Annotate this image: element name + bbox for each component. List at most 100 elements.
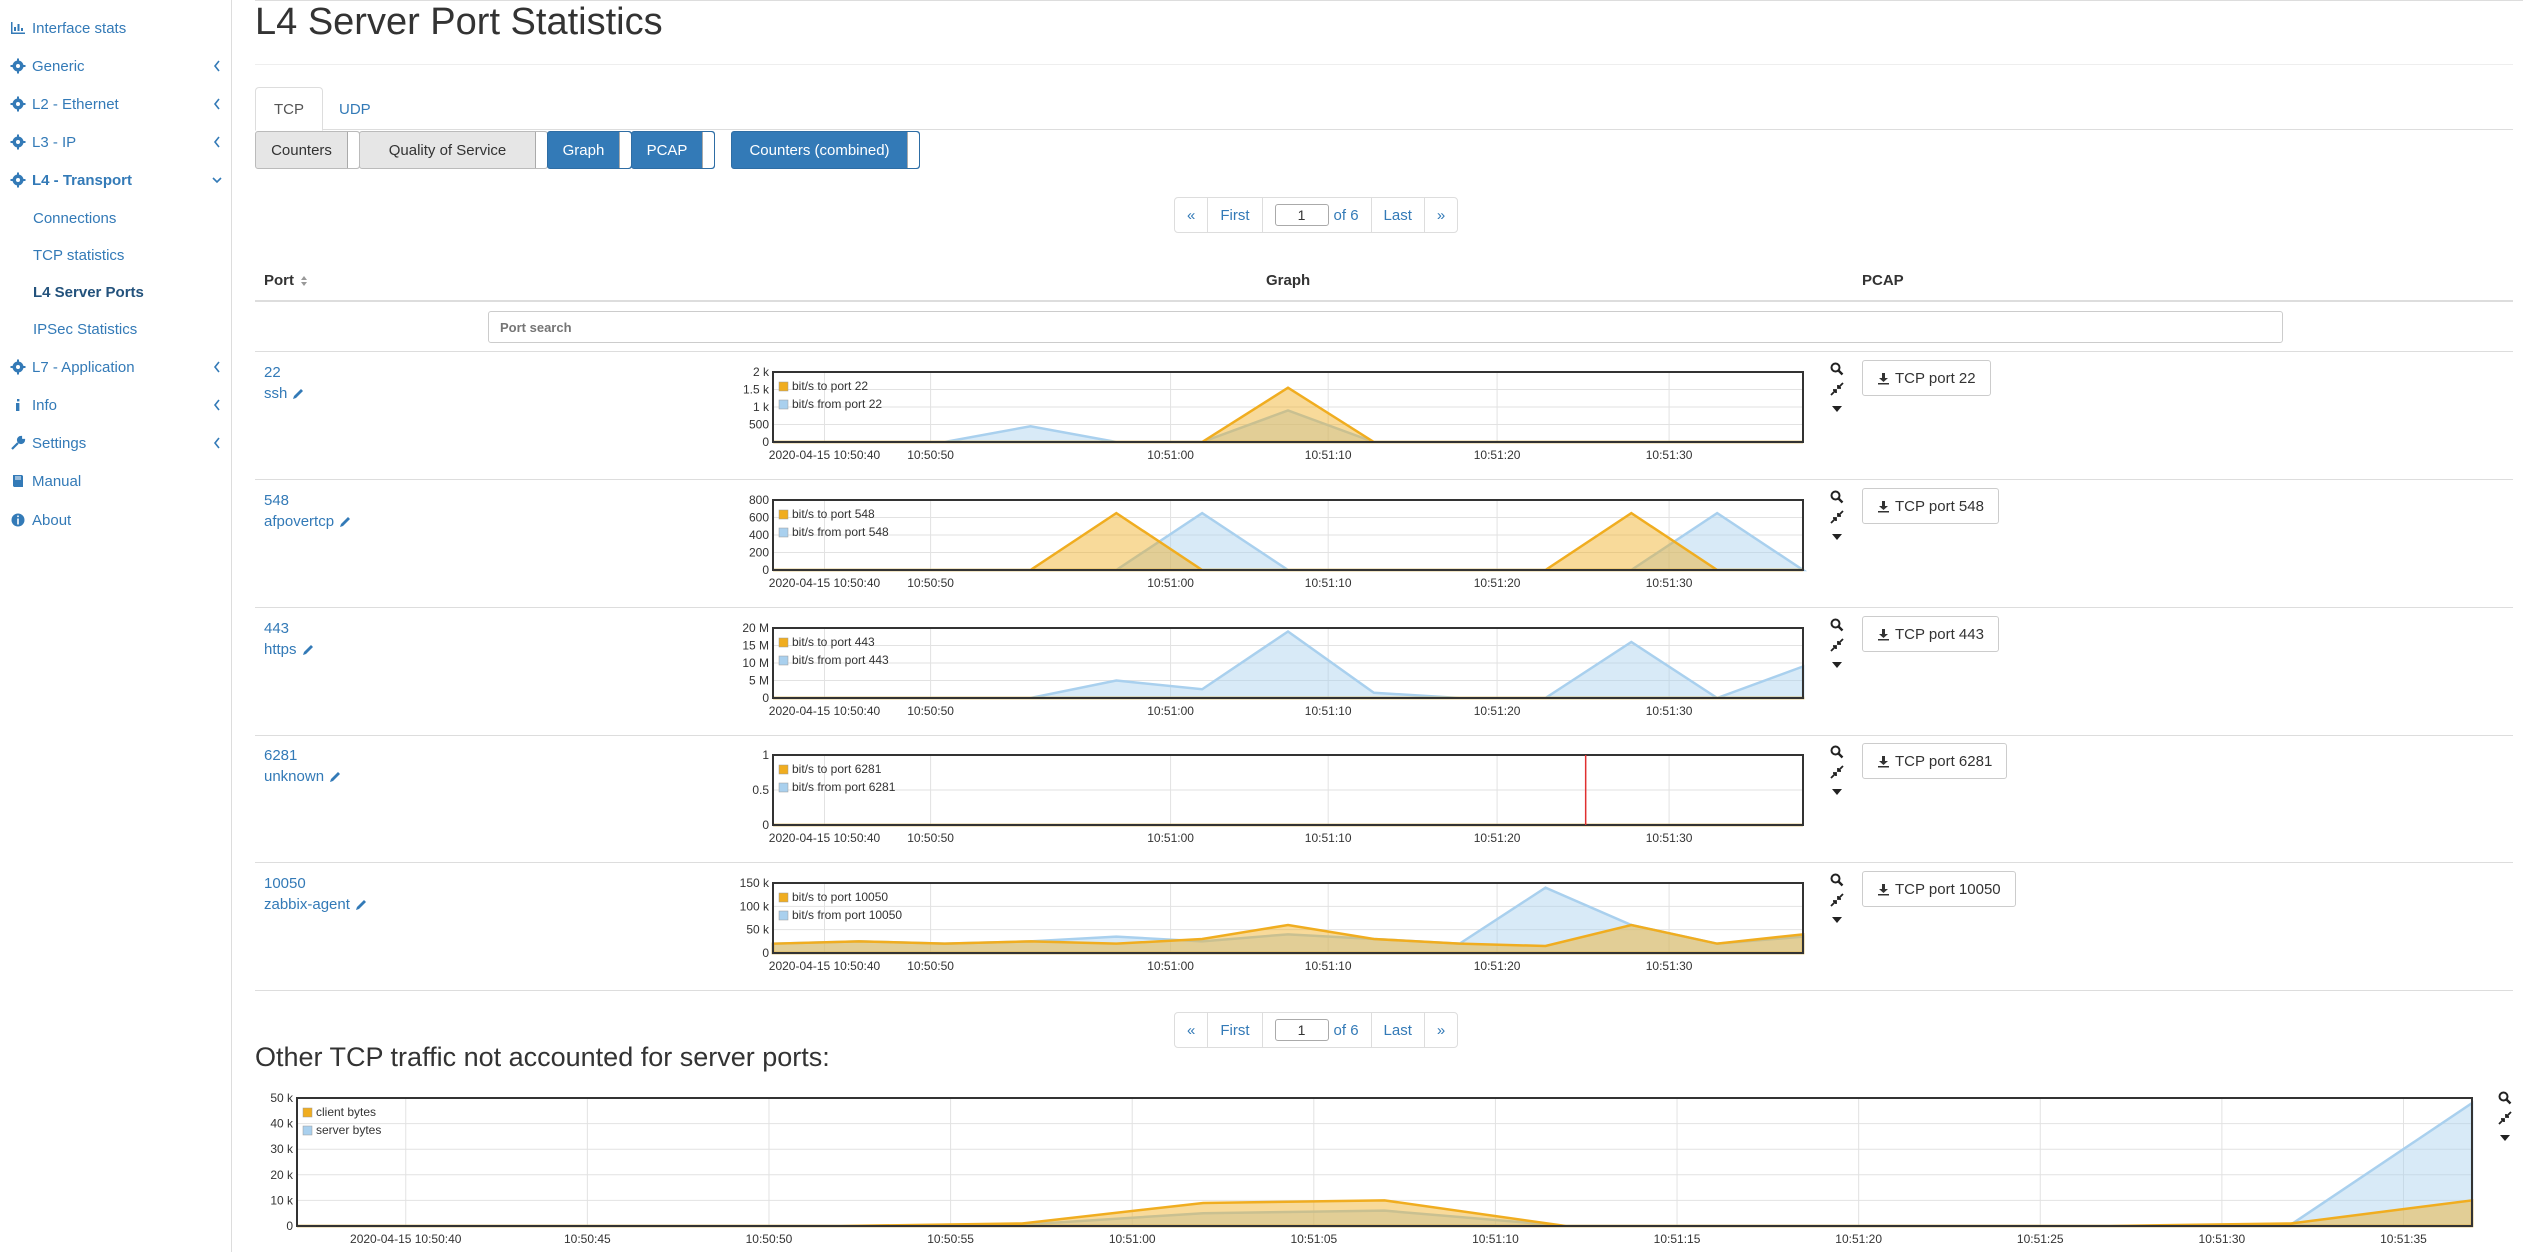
caret-down-icon[interactable]: [1830, 530, 1844, 544]
tab-tcp[interactable]: TCP: [255, 87, 323, 131]
caret-down-icon[interactable]: [1830, 913, 1844, 927]
port-548-chart-y-tick-label: 0: [762, 563, 769, 577]
port-22-chart-y-tick-label: 2 k: [753, 365, 770, 379]
other-chart-y-tick-label: 50 k: [270, 1091, 294, 1105]
port-443-chart-y-tick-label: 10 M: [742, 656, 769, 670]
sidebar-item-about[interactable]: About: [0, 501, 232, 539]
compress-icon[interactable]: [1830, 510, 1844, 524]
port-443-chart-legend-label-to: bit/s to port 443: [792, 635, 875, 649]
sidebar-subitem-connections[interactable]: Connections: [0, 200, 232, 237]
page-last-button[interactable]: Last: [1371, 197, 1425, 233]
page-first-button[interactable]: First: [1207, 197, 1262, 233]
port-10050-chart-legend-swatch-to: [779, 893, 788, 902]
page-last-button[interactable]: Last: [1371, 1012, 1425, 1048]
counters-toggle[interactable]: Counters: [255, 131, 360, 169]
page-prev-button[interactable]: «: [1174, 197, 1208, 233]
pcap-download-button[interactable]: TCP port 22: [1862, 360, 1991, 396]
tab-udp[interactable]: UDP: [321, 87, 389, 131]
caret-down-icon[interactable]: [2498, 1131, 2512, 1145]
caret-down-icon[interactable]: [1830, 658, 1844, 672]
port-10050-chart-legend-label-to: bit/s to port 10050: [792, 890, 888, 904]
port-6281-chart-y-tick-label: 1: [762, 748, 769, 762]
page-next-button[interactable]: »: [1424, 197, 1458, 233]
other-chart-x-tick-label: 10:50:55: [927, 1232, 974, 1246]
page-next-button[interactable]: »: [1424, 1012, 1458, 1048]
port-548-chart-legend-swatch-to: [779, 510, 788, 519]
search-row: [255, 302, 2513, 352]
sidebar-item-manual[interactable]: Manual: [0, 462, 232, 500]
sidebar-subitem-tcp-statistics[interactable]: TCP statistics: [0, 237, 232, 274]
pcap-download-button[interactable]: TCP port 548: [1862, 488, 1999, 524]
port-22-chart-legend-label-from: bit/s from port 22: [792, 397, 882, 411]
graph-column-header: Graph: [1266, 272, 1310, 289]
pcap-download-button[interactable]: TCP port 10050: [1862, 871, 2016, 907]
quality-of-service-toggle[interactable]: Quality of Service: [359, 131, 548, 169]
chevron-left-icon: [212, 59, 222, 73]
compress-icon[interactable]: [1830, 765, 1844, 779]
sidebar-item-interface-stats[interactable]: Interface stats: [0, 9, 232, 47]
port-6281-chart-legend-label-from: bit/s from port 6281: [792, 780, 896, 794]
download-icon: [1877, 628, 1890, 641]
port-10050-graph: 2020-04-15 10:50:4010:50:5010:51:0010:51…: [255, 863, 1825, 991]
port-548-chart-series-to-area: [773, 513, 1803, 570]
chart-tools: [1830, 745, 1850, 805]
graph-toggle[interactable]: Graph: [547, 131, 632, 169]
download-icon: [1877, 883, 1890, 896]
port-22-chart-legend-swatch-from: [779, 400, 788, 409]
port-10050-chart-y-tick-label: 150 k: [740, 876, 770, 890]
sidebar-item-l3-ip[interactable]: L3 - IP: [0, 123, 232, 161]
other-chart-y-tick-label: 10 k: [270, 1193, 294, 1207]
pcap-download-button[interactable]: TCP port 6281: [1862, 743, 2007, 779]
sidebar-item-l7-application[interactable]: L7 - Application: [0, 348, 232, 386]
zoom-icon[interactable]: [1830, 618, 1844, 632]
page-number-input[interactable]: 1: [1275, 1019, 1329, 1041]
page-title: L4 Server Port Statistics: [255, 0, 663, 44]
pcap-download-button[interactable]: TCP port 443: [1862, 616, 1999, 652]
caret-down-icon[interactable]: [1830, 785, 1844, 799]
port-search-input[interactable]: [488, 311, 2283, 343]
page-number-input[interactable]: 1: [1275, 204, 1329, 226]
port-22-chart-x-tick-label: 10:51:00: [1147, 448, 1194, 462]
caret-down-icon[interactable]: [1830, 402, 1844, 416]
other-chart-series-to-area: [297, 1200, 2472, 1226]
page-first-button[interactable]: First: [1207, 1012, 1262, 1048]
port-443-chart-legend-swatch-from: [779, 656, 788, 665]
zoom-icon[interactable]: [1830, 490, 1844, 504]
port-22-chart-x-tick-label: 10:50:50: [907, 448, 954, 462]
sidebar-item-l4-transport[interactable]: L4 - Transport: [0, 161, 232, 199]
pcap-toggle[interactable]: PCAP: [631, 131, 715, 169]
port-10050-chart-x-tick-label: 10:50:50: [907, 959, 954, 973]
port-548-chart-x-tick-label: 2020-04-15 10:50:40: [769, 576, 881, 590]
compress-icon[interactable]: [1830, 893, 1844, 907]
port-548-chart-x-tick-label: 10:51:30: [1646, 576, 1693, 590]
port-548-chart-x-tick-label: 10:50:50: [907, 576, 954, 590]
compress-icon[interactable]: [1830, 638, 1844, 652]
sidebar-subitem-ipsec-statistics[interactable]: IPSec Statistics: [0, 311, 232, 348]
counters-combined-toggle[interactable]: Counters (combined): [731, 131, 920, 169]
sidebar-item-l2-ethernet[interactable]: L2 - Ethernet: [0, 85, 232, 123]
port-443-chart-legend: bit/s to port 443bit/s from port 443: [779, 635, 889, 667]
port-443-chart-y-tick-label: 5 M: [749, 674, 769, 688]
sidebar-item-info[interactable]: Info: [0, 386, 232, 424]
port-443-chart-y-tick-label: 0: [762, 691, 769, 705]
other-chart-x-tick-label: 10:50:50: [746, 1232, 793, 1246]
port-column-header[interactable]: Port: [264, 272, 308, 289]
compress-icon[interactable]: [1830, 382, 1844, 396]
port-443-chart-x-tick-label: 10:51:20: [1474, 704, 1521, 718]
gear-icon: [10, 58, 26, 74]
zoom-icon[interactable]: [1830, 362, 1844, 376]
port-443-chart-y-tick-label: 15 M: [742, 639, 769, 653]
zoom-icon[interactable]: [1830, 873, 1844, 887]
sidebar-subitem-l4-server-ports[interactable]: L4 Server Ports: [0, 274, 232, 311]
page-prev-button[interactable]: «: [1174, 1012, 1208, 1048]
table-header: Port Graph PCAP: [255, 262, 2513, 302]
download-icon: [1877, 500, 1890, 513]
pagination-top: « First 1 of 6 Last »: [1175, 197, 1458, 233]
sidebar-item-generic[interactable]: Generic: [0, 47, 232, 85]
compress-icon[interactable]: [2498, 1111, 2512, 1125]
sidebar-item-settings[interactable]: Settings: [0, 424, 232, 462]
port-443-chart-x-tick-label: 10:50:50: [907, 704, 954, 718]
zoom-icon[interactable]: [1830, 745, 1844, 759]
port-548-chart-legend-swatch-from: [779, 528, 788, 537]
zoom-icon[interactable]: [2498, 1091, 2512, 1105]
